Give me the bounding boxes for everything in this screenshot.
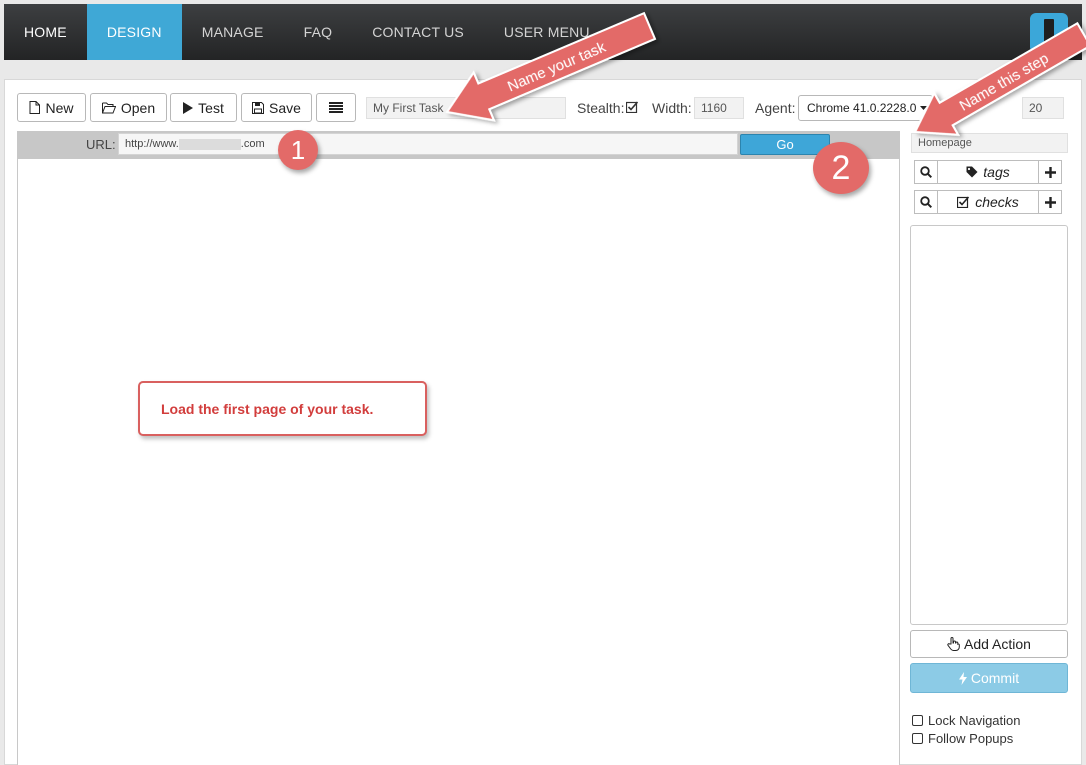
step-badge-1: 1 [278,130,318,170]
arrow-name-step-text: Name this step [957,50,1052,115]
arrow-name-step: Name this step [913,21,1086,136]
step-badge-2: 2 [813,142,869,194]
arrow-name-task: Name your task [445,11,657,122]
annotation-layer: Name your task Name this step [445,11,1086,136]
